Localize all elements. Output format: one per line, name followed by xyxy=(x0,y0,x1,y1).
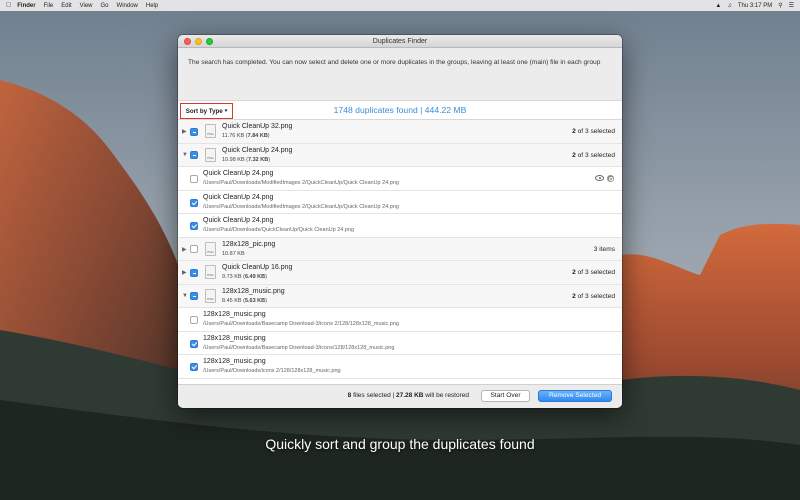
disclosure-triangle-collapsed-icon[interactable]: ▶ xyxy=(182,269,187,276)
group-selection-status: 2 of 3 selected xyxy=(572,269,615,276)
menu-edit[interactable]: Edit xyxy=(61,3,71,9)
group-selection-status: 2 of 3 selected xyxy=(572,128,615,135)
group-row[interactable]: ▼ Quick CleanUp 24.png 10.98 KB (7.32 KB… xyxy=(178,143,622,167)
list-item xyxy=(178,378,622,384)
notification-center-icon[interactable]: ☰ xyxy=(789,2,794,9)
zoom-window-button[interactable] xyxy=(206,38,213,45)
window-controls xyxy=(184,38,213,45)
row-actions xyxy=(595,175,614,182)
png-file-icon xyxy=(205,241,216,256)
duplicate-file-row[interactable]: 128x128_music.png /Users/Paul/Downloads/… xyxy=(178,308,622,332)
window-footer: 8 files selected | 27.28 KB will be rest… xyxy=(178,384,622,406)
png-file-icon xyxy=(205,124,216,138)
file-name: 128x128_music.png xyxy=(203,334,266,342)
file-checkbox[interactable] xyxy=(190,316,198,324)
reveal-in-finder-icon[interactable] xyxy=(607,175,614,182)
duplicate-file-row[interactable]: Quick CleanUp 24.png /Users/Paul/Downloa… xyxy=(178,190,622,214)
search-complete-message: The search has completed. You can now se… xyxy=(188,59,601,66)
file-path: /Users/Paul/Downloads/ModifiedImages 2/Q… xyxy=(203,203,399,210)
file-name: 128x128_music.png xyxy=(203,358,266,365)
file-checkbox[interactable] xyxy=(190,339,198,348)
menu-help[interactable]: Help xyxy=(146,3,158,9)
file-path: /Users/Paul/Downloads/icons 2/128/128x12… xyxy=(203,368,341,374)
group-file-name: Quick CleanUp 32.png xyxy=(222,123,293,130)
window-titlebar[interactable]: Duplicates Finder xyxy=(178,35,622,48)
group-item-count: 3 items xyxy=(593,245,615,253)
selection-summary: 8 files selected | 27.28 KB will be rest… xyxy=(347,392,469,399)
window-title: Duplicates Finder xyxy=(372,37,428,45)
eye-icon[interactable] xyxy=(595,175,604,181)
sort-by-type-dropdown[interactable]: Sort by Type ▾ xyxy=(180,103,233,119)
disclosure-triangle-collapsed-icon[interactable]: ▶ xyxy=(182,246,187,253)
menu-view[interactable]: View xyxy=(80,3,93,9)
file-name: Quick CleanUp 24.png xyxy=(203,193,274,201)
clock[interactable]: Thu 3:17 PM xyxy=(738,3,772,9)
chevron-down-icon: ▾ xyxy=(224,108,228,114)
file-name: Quick CleanUp 24.png xyxy=(203,217,274,224)
spotlight-icon[interactable]: ⚲ xyxy=(778,2,782,9)
disclosure-triangle-expanded-icon[interactable]: ▼ xyxy=(182,293,188,299)
file-checkbox[interactable] xyxy=(190,198,198,207)
duplicate-file-row[interactable]: Quick CleanUp 24.png /Users/Paul/Downloa… xyxy=(178,167,622,191)
remove-selected-button[interactable]: Remove Selected xyxy=(538,389,612,402)
duplicate-file-row[interactable]: 128x128_music.png /Users/Paul/Downloads/… xyxy=(178,355,622,379)
disclosure-triangle-expanded-icon[interactable]: ▼ xyxy=(182,152,188,158)
file-path: /Users/Paul/Downloads/QuickCleanUp/Quick… xyxy=(203,227,355,233)
file-path: /Users/Paul/Downloads/ModifiedImages 2/Q… xyxy=(203,180,399,186)
menu-app-finder[interactable]: Finder xyxy=(17,3,35,9)
group-selection-status: 2 of 3 selected xyxy=(572,292,615,300)
duplicate-file-row[interactable]: Quick CleanUp 24.png /Users/Paul/Downloa… xyxy=(178,214,622,238)
group-row[interactable]: ▶ Quick CleanUp 32.png 11.76 KB (7.84 KB… xyxy=(178,120,622,144)
group-file-name: 128x128_pic.png xyxy=(222,240,276,248)
group-file-name: Quick CleanUp 16.png xyxy=(222,264,293,271)
menu-bar:  Finder File Edit View Go Window Help ▲… xyxy=(0,0,800,11)
file-checkbox[interactable] xyxy=(190,363,198,371)
volume-icon[interactable]: ♫ xyxy=(727,3,732,9)
group-file-size: 8.45 KB (5.63 KB) xyxy=(222,297,267,304)
group-checkbox[interactable] xyxy=(190,245,198,253)
file-checkbox[interactable] xyxy=(190,175,198,183)
menu-file[interactable]: File xyxy=(44,3,54,9)
promo-caption: Quickly sort and group the duplicates fo… xyxy=(265,436,535,452)
wifi-icon[interactable]: ▲ xyxy=(715,3,721,9)
group-row[interactable]: ▼ 128x128_music.png 8.45 KB (5.63 KB) 2 … xyxy=(178,284,622,308)
file-path: /Users/Paul/Downloads/Basecamp Download-… xyxy=(203,321,399,327)
png-file-icon xyxy=(205,147,216,162)
file-name: 128x128_music.png xyxy=(203,311,266,318)
disclosure-triangle-collapsed-icon[interactable]: ▶ xyxy=(182,128,187,135)
duplicates-finder-window: Duplicates Finder The search has complet… xyxy=(178,35,622,408)
status-area: ▲ ♫ Thu 3:17 PM ⚲ ☰ xyxy=(715,2,794,10)
results-toolbar: Sort by Type ▾ 1748 duplicates found | 4… xyxy=(178,100,622,120)
minimize-window-button[interactable] xyxy=(195,38,202,45)
group-file-size: 10.98 KB (7.32 KB) xyxy=(222,156,271,163)
duplicates-summary: 1748 duplicates found | 444.22 MB xyxy=(333,105,467,115)
group-file-size: 11.76 KB (7.84 KB) xyxy=(222,133,270,139)
group-checkbox[interactable] xyxy=(190,151,198,159)
file-name: Quick CleanUp 24.png xyxy=(203,170,274,177)
group-checkbox[interactable] xyxy=(190,292,198,300)
group-row[interactable]: ▶ 128x128_pic.png 10.87 KB 3 items xyxy=(178,237,622,261)
group-checkbox[interactable] xyxy=(190,268,198,277)
sort-label: Sort by Type xyxy=(185,107,223,115)
png-file-icon xyxy=(205,288,216,303)
file-path: /Users/Paul/Downloads/Basecamp Download-… xyxy=(203,344,395,351)
duplicate-file-row[interactable]: 128x128_music.png /Users/Paul/Downloads/… xyxy=(178,331,622,355)
group-file-name: 128x128_music.png xyxy=(222,287,285,295)
apple-menu-icon[interactable]:  xyxy=(6,2,11,9)
group-file-size: 9.73 KB (6.49 KB) xyxy=(222,274,267,280)
file-checkbox[interactable] xyxy=(190,222,198,230)
png-file-icon xyxy=(205,265,216,279)
group-row[interactable]: ▶ Quick CleanUp 16.png 9.73 KB (6.49 KB)… xyxy=(178,261,622,285)
group-selection-status: 2 of 3 selected xyxy=(572,151,615,159)
group-file-name: Quick CleanUp 24.png xyxy=(222,146,293,154)
close-window-button[interactable] xyxy=(184,38,191,45)
group-file-size: 10.87 KB xyxy=(222,250,245,257)
menu-go[interactable]: Go xyxy=(101,3,109,9)
menu-window[interactable]: Window xyxy=(117,3,138,9)
group-checkbox[interactable] xyxy=(190,127,198,136)
start-over-button[interactable]: Start Over xyxy=(481,389,530,402)
duplicates-list: ▶ Quick CleanUp 32.png 11.76 KB (7.84 KB… xyxy=(178,120,622,384)
